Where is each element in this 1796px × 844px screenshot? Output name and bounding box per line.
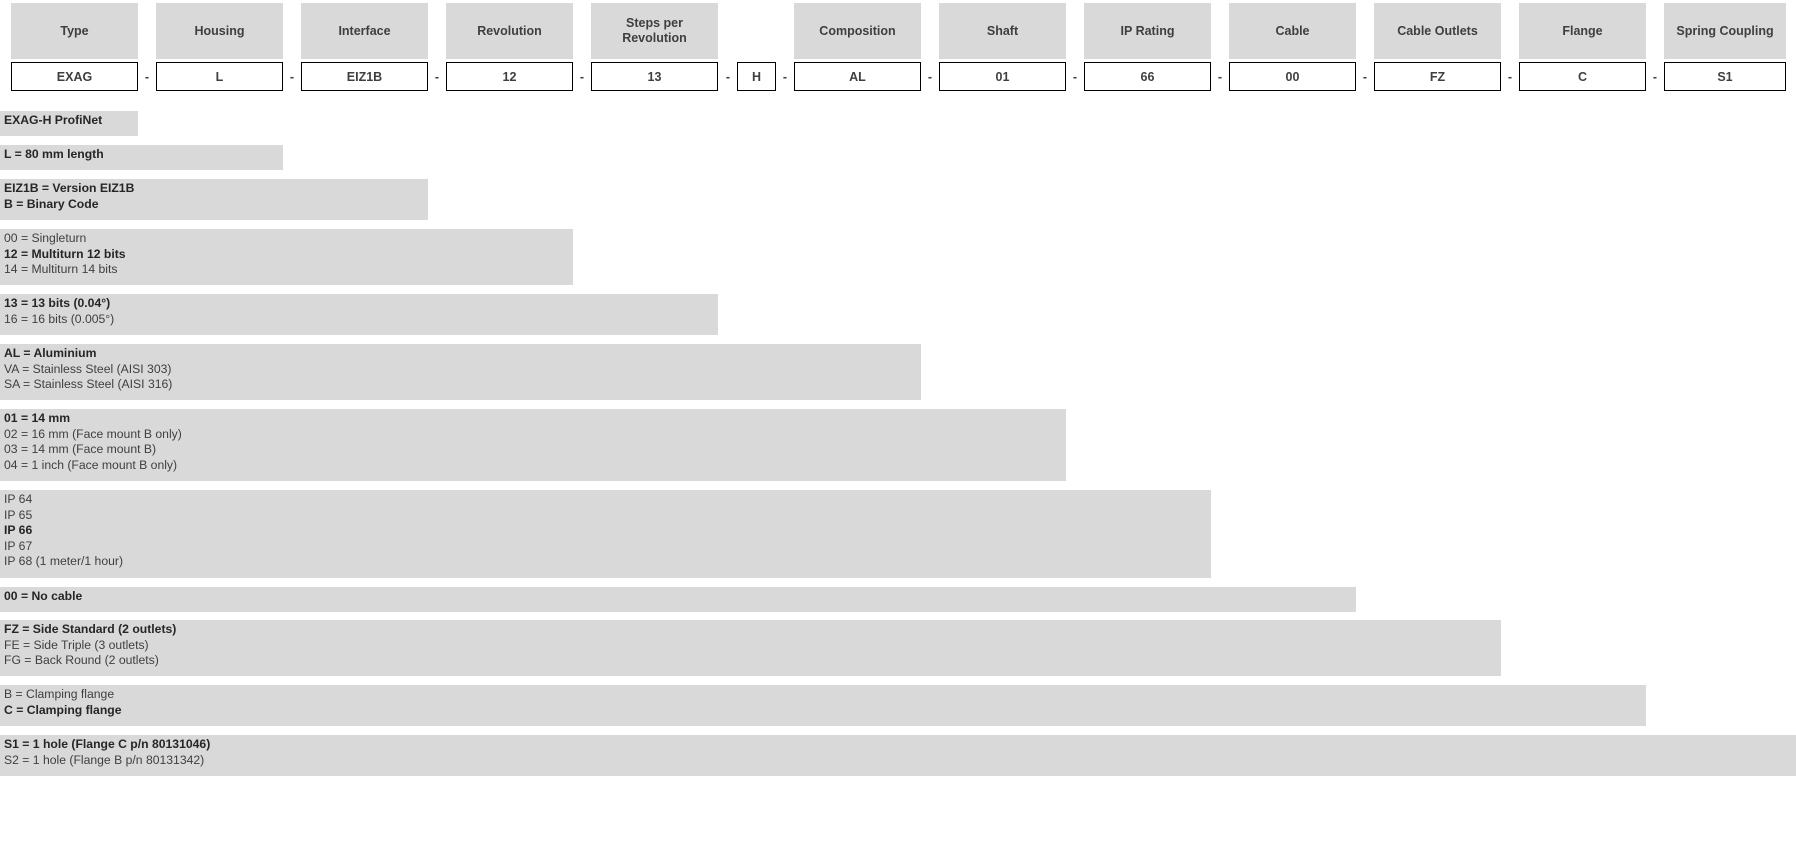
description-band: 01 = 14 mm 02 = 16 mm (Face mount B only)… xyxy=(0,409,1066,481)
column-value-box[interactable]: 00 xyxy=(1229,62,1356,91)
description-band: FZ = Side Standard (2 outlets) FE = Side … xyxy=(0,620,1501,676)
column-value-box[interactable]: S1 xyxy=(1664,62,1786,91)
option-line: 04 = 1 inch (Face mount B only) xyxy=(4,457,178,472)
description-band: 00 = Singleturn 12 = Multiturn 12 bits 14 … xyxy=(0,229,573,285)
column-header-label: Housing xyxy=(156,3,283,59)
column-value-box[interactable]: L xyxy=(156,62,283,91)
option-line-selected: 01 = 14 mm xyxy=(4,411,71,425)
column-value-box[interactable]: C xyxy=(1519,62,1646,91)
separator-dash: - xyxy=(725,69,731,84)
separator-dash: - xyxy=(434,69,440,84)
separator-dash: - xyxy=(782,69,788,84)
column-header-label: Flange xyxy=(1519,3,1646,59)
option-line: 16 = 16 bits (0.005°) xyxy=(4,311,115,326)
description-band: 00 = No cable xyxy=(0,587,1356,612)
option-line-selected: S1 = 1 hole (Flange C p/n 80131046) xyxy=(4,737,211,751)
column-value-box[interactable]: 13 xyxy=(591,62,718,91)
description-band: AL = Aluminium VA = Stainless Steel (AISI… xyxy=(0,344,921,400)
column-header-label: Cable Outlets xyxy=(1374,3,1501,59)
option-line: 14 = Multiturn 14 bits xyxy=(4,262,118,276)
option-line: VA = Stainless Steel (AISI 303) xyxy=(4,361,172,376)
separator-dash: - xyxy=(289,69,295,84)
column-value-box[interactable]: AL xyxy=(794,62,921,91)
description-band: EIZ1B = Version EIZ1B B = Binary Code xyxy=(0,179,428,220)
option-line: B = Clamping flange xyxy=(4,687,115,701)
separator-dash: - xyxy=(1217,69,1223,84)
option-line: IP 65 xyxy=(4,507,33,522)
separator-dash: - xyxy=(1652,69,1658,84)
option-line-selected: 13 = 13 bits (0.04°) xyxy=(4,296,111,310)
option-line-selected: L = 80 mm length xyxy=(4,147,104,161)
column-header-label: Type xyxy=(11,3,138,59)
separator-dash: - xyxy=(1507,69,1513,84)
description-band: 13 = 13 bits (0.04°) 16 = 16 bits (0.005°… xyxy=(0,294,718,335)
option-line-selected: EXAG-H ProfiNet xyxy=(4,113,103,127)
column-value-box[interactable]: 66 xyxy=(1084,62,1211,91)
column-header-label: IP Rating xyxy=(1084,3,1211,59)
option-line: IP 67 xyxy=(4,538,33,553)
option-line-selected: AL = Aluminium xyxy=(4,346,97,360)
column-header-label: Composition xyxy=(794,3,921,59)
column-value-box[interactable]: 01 xyxy=(939,62,1066,91)
column-value-box[interactable]: H xyxy=(737,62,776,91)
column-value-box[interactable]: EXAG xyxy=(11,62,138,91)
separator-dash: - xyxy=(144,69,150,84)
option-line: SA = Stainless Steel (AISI 316) xyxy=(4,377,173,391)
option-line-selected: EIZ1B = Version EIZ1B xyxy=(4,181,135,195)
option-line-selected: IP 66 xyxy=(4,523,33,537)
column-header-label: Spring Coupling xyxy=(1664,3,1786,59)
column-value-box[interactable]: 12 xyxy=(446,62,573,91)
option-line-selected: B = Binary Code xyxy=(4,196,99,211)
option-line: IP 68 (1 meter/1 hour) xyxy=(4,554,124,568)
option-line-selected: FZ = Side Standard (2 outlets) xyxy=(4,622,177,636)
option-line-selected: 12 = Multiturn 12 bits xyxy=(4,246,126,261)
column-header-label: Revolution xyxy=(446,3,573,59)
option-line: IP 64 xyxy=(4,492,33,506)
separator-dash: - xyxy=(1072,69,1078,84)
option-line: FG = Back Round (2 outlets) xyxy=(4,653,159,667)
description-band: EXAG-H ProfiNet xyxy=(0,111,138,136)
description-band: IP 64 IP 65 IP 66 IP 67 IP 68 (1 meter/1 hou… xyxy=(0,490,1211,578)
column-header-label: Shaft xyxy=(939,3,1066,59)
description-band: B = Clamping flange C = Clamping flange xyxy=(0,685,1646,726)
option-line: FE = Side Triple (3 outlets) xyxy=(4,637,149,652)
column-value-box[interactable]: FZ xyxy=(1374,62,1501,91)
description-band: S1 = 1 hole (Flange C p/n 80131046) S2 = … xyxy=(0,735,1796,776)
option-line-selected: C = Clamping flange xyxy=(4,702,122,717)
option-line: 03 = 14 mm (Face mount B) xyxy=(4,442,157,456)
option-line: 02 = 16 mm (Face mount B only) xyxy=(4,426,182,441)
description-band: L = 80 mm length xyxy=(0,145,283,170)
column-header-label: Interface xyxy=(301,3,428,59)
column-value-box[interactable]: EIZ1B xyxy=(301,62,428,91)
option-line: 00 = Singleturn xyxy=(4,231,87,245)
part-number-configurator-diagram: Type EXAG Housing L - Interface EIZ1B - Revoluti… xyxy=(0,0,1796,844)
option-line: S2 = 1 hole (Flange B p/n 80131342) xyxy=(4,752,205,767)
separator-dash: - xyxy=(579,69,585,84)
column-header-label: Steps per Revolution xyxy=(591,3,718,59)
option-line-selected: 00 = No cable xyxy=(4,589,83,603)
column-header-label: Cable xyxy=(1229,3,1356,59)
separator-dash: - xyxy=(927,69,933,84)
separator-dash: - xyxy=(1362,69,1368,84)
